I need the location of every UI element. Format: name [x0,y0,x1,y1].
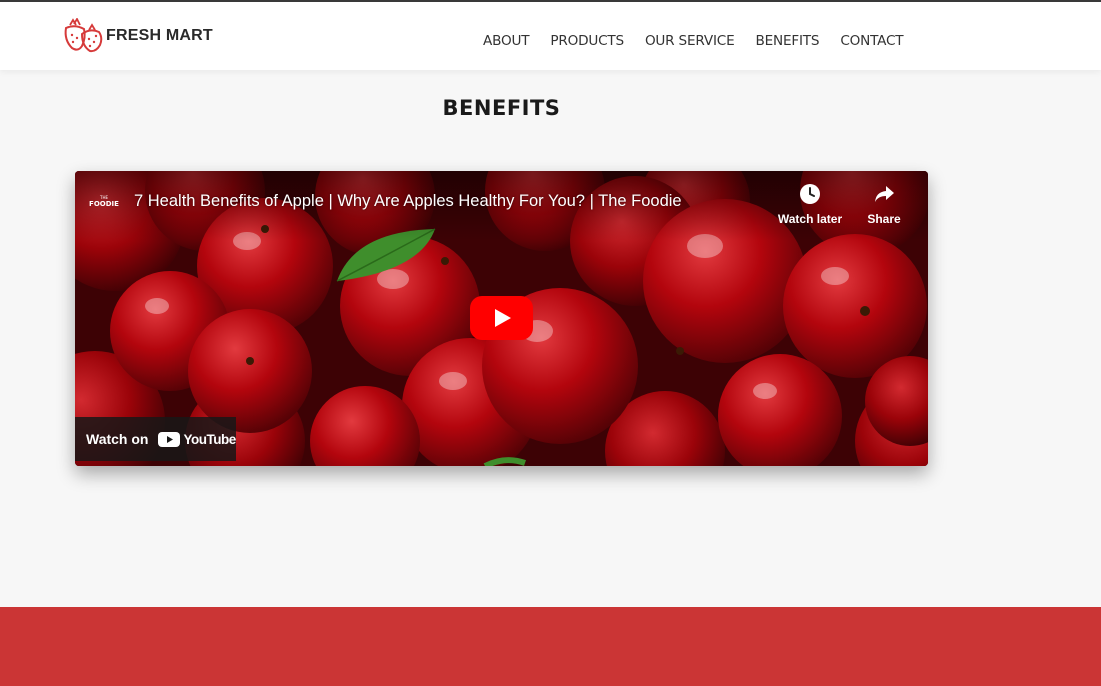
share-button[interactable]: Share [849,183,919,226]
watch-on-youtube-button[interactable]: Watch on YouTube [75,417,236,461]
nav-item-contact[interactable]: CONTACT [840,33,903,49]
watch-later-label: Watch later [777,212,843,226]
nav-item-products[interactable]: PRODUCTS [550,33,624,49]
nav-item-about[interactable]: ABOUT [483,33,530,49]
main-nav: ABOUT PRODUCTS OUR SERVICE BENEFITS CONT… [483,33,924,49]
brand-name: FRESH MART [106,27,213,44]
section-title: BENEFITS [442,96,561,120]
brand-logo[interactable]: FRESH MART [62,18,213,54]
youtube-wordmark: YouTube [183,431,236,447]
strawberry-logo-icon [64,18,103,53]
nav-item-benefits[interactable]: BENEFITS [755,33,819,49]
youtube-video-embed[interactable]: THE FOODIE 7 Health Benefits of Apple | … [75,171,928,466]
play-button-icon[interactable] [470,296,533,340]
site-header: FRESH MART ABOUT PRODUCTS OUR SERVICE BE… [0,2,1101,70]
channel-avatar[interactable]: THE FOODIE [88,191,120,213]
youtube-logo-icon [158,431,181,447]
channel-name: FOODIE [89,200,119,208]
watch-later-button[interactable]: Watch later [775,183,845,226]
nav-item-our-service[interactable]: OUR SERVICE [645,33,735,49]
youtube-logo: YouTube [158,431,236,447]
footer-band [0,607,1101,686]
watch-on-label: Watch on [86,431,149,447]
video-title[interactable]: 7 Health Benefits of Apple | Why Are App… [134,192,682,211]
clock-icon [800,184,820,204]
share-arrow-icon [875,186,894,202]
share-label: Share [867,212,901,226]
